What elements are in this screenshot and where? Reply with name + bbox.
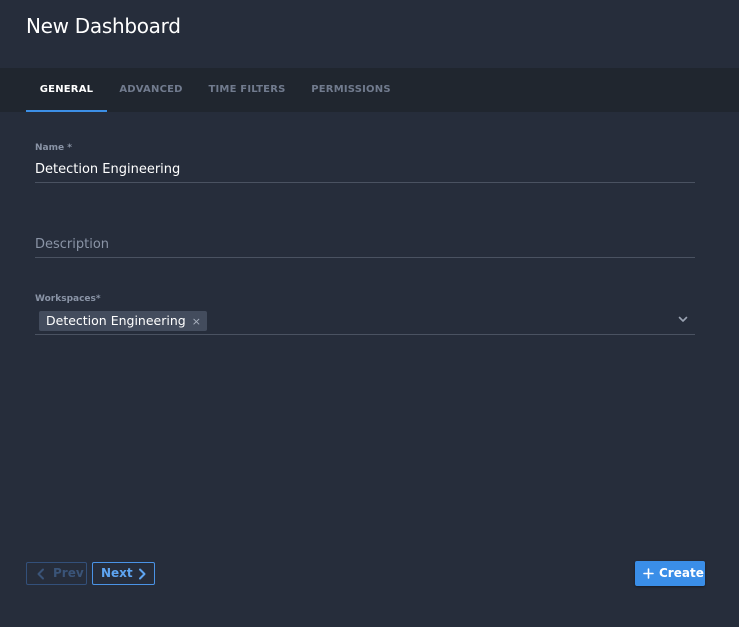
name-field-underline (35, 182, 695, 183)
prev-button-label: Prev (53, 566, 84, 580)
plus-icon (643, 568, 654, 579)
workspace-chip-label: Detection Engineering (46, 313, 186, 328)
dialog-title: New Dashboard (26, 14, 181, 38)
prev-button[interactable]: Prev (26, 562, 87, 585)
tab-general[interactable]: GENERAL (26, 68, 107, 112)
create-button-label: Create (659, 566, 704, 580)
tab-permissions[interactable]: PERMISSIONS (306, 68, 396, 110)
create-button[interactable]: Create (635, 561, 705, 586)
chevron-down-icon[interactable] (677, 313, 689, 325)
chevron-right-icon (139, 568, 146, 580)
next-button-label: Next (101, 566, 133, 580)
description-field[interactable]: Description (35, 237, 695, 259)
workspace-chip: Detection Engineering × (39, 311, 207, 331)
next-button[interactable]: Next (92, 562, 155, 585)
tab-time-filters[interactable]: TIME FILTERS (204, 68, 290, 110)
description-field-underline (35, 257, 695, 258)
new-dashboard-dialog: New Dashboard GENERAL ADVANCED TIME FILT… (0, 0, 739, 627)
description-placeholder[interactable]: Description (35, 237, 109, 252)
tab-advanced[interactable]: ADVANCED (114, 68, 188, 110)
workspaces-field[interactable]: Workspaces* Detection Engineering × (35, 294, 695, 336)
workspaces-field-label: Workspaces* (35, 294, 101, 304)
name-field-label: Name * (35, 143, 72, 153)
name-field[interactable]: Name * Detection Engineering (35, 143, 695, 183)
chevron-left-icon (37, 568, 44, 580)
chip-remove-icon[interactable]: × (192, 312, 201, 332)
workspaces-field-underline (35, 334, 695, 335)
tab-bar: GENERAL ADVANCED TIME FILTERS PERMISSION… (0, 68, 739, 112)
name-field-value[interactable]: Detection Engineering (35, 162, 180, 177)
workspaces-select[interactable]: Detection Engineering × (35, 311, 695, 331)
